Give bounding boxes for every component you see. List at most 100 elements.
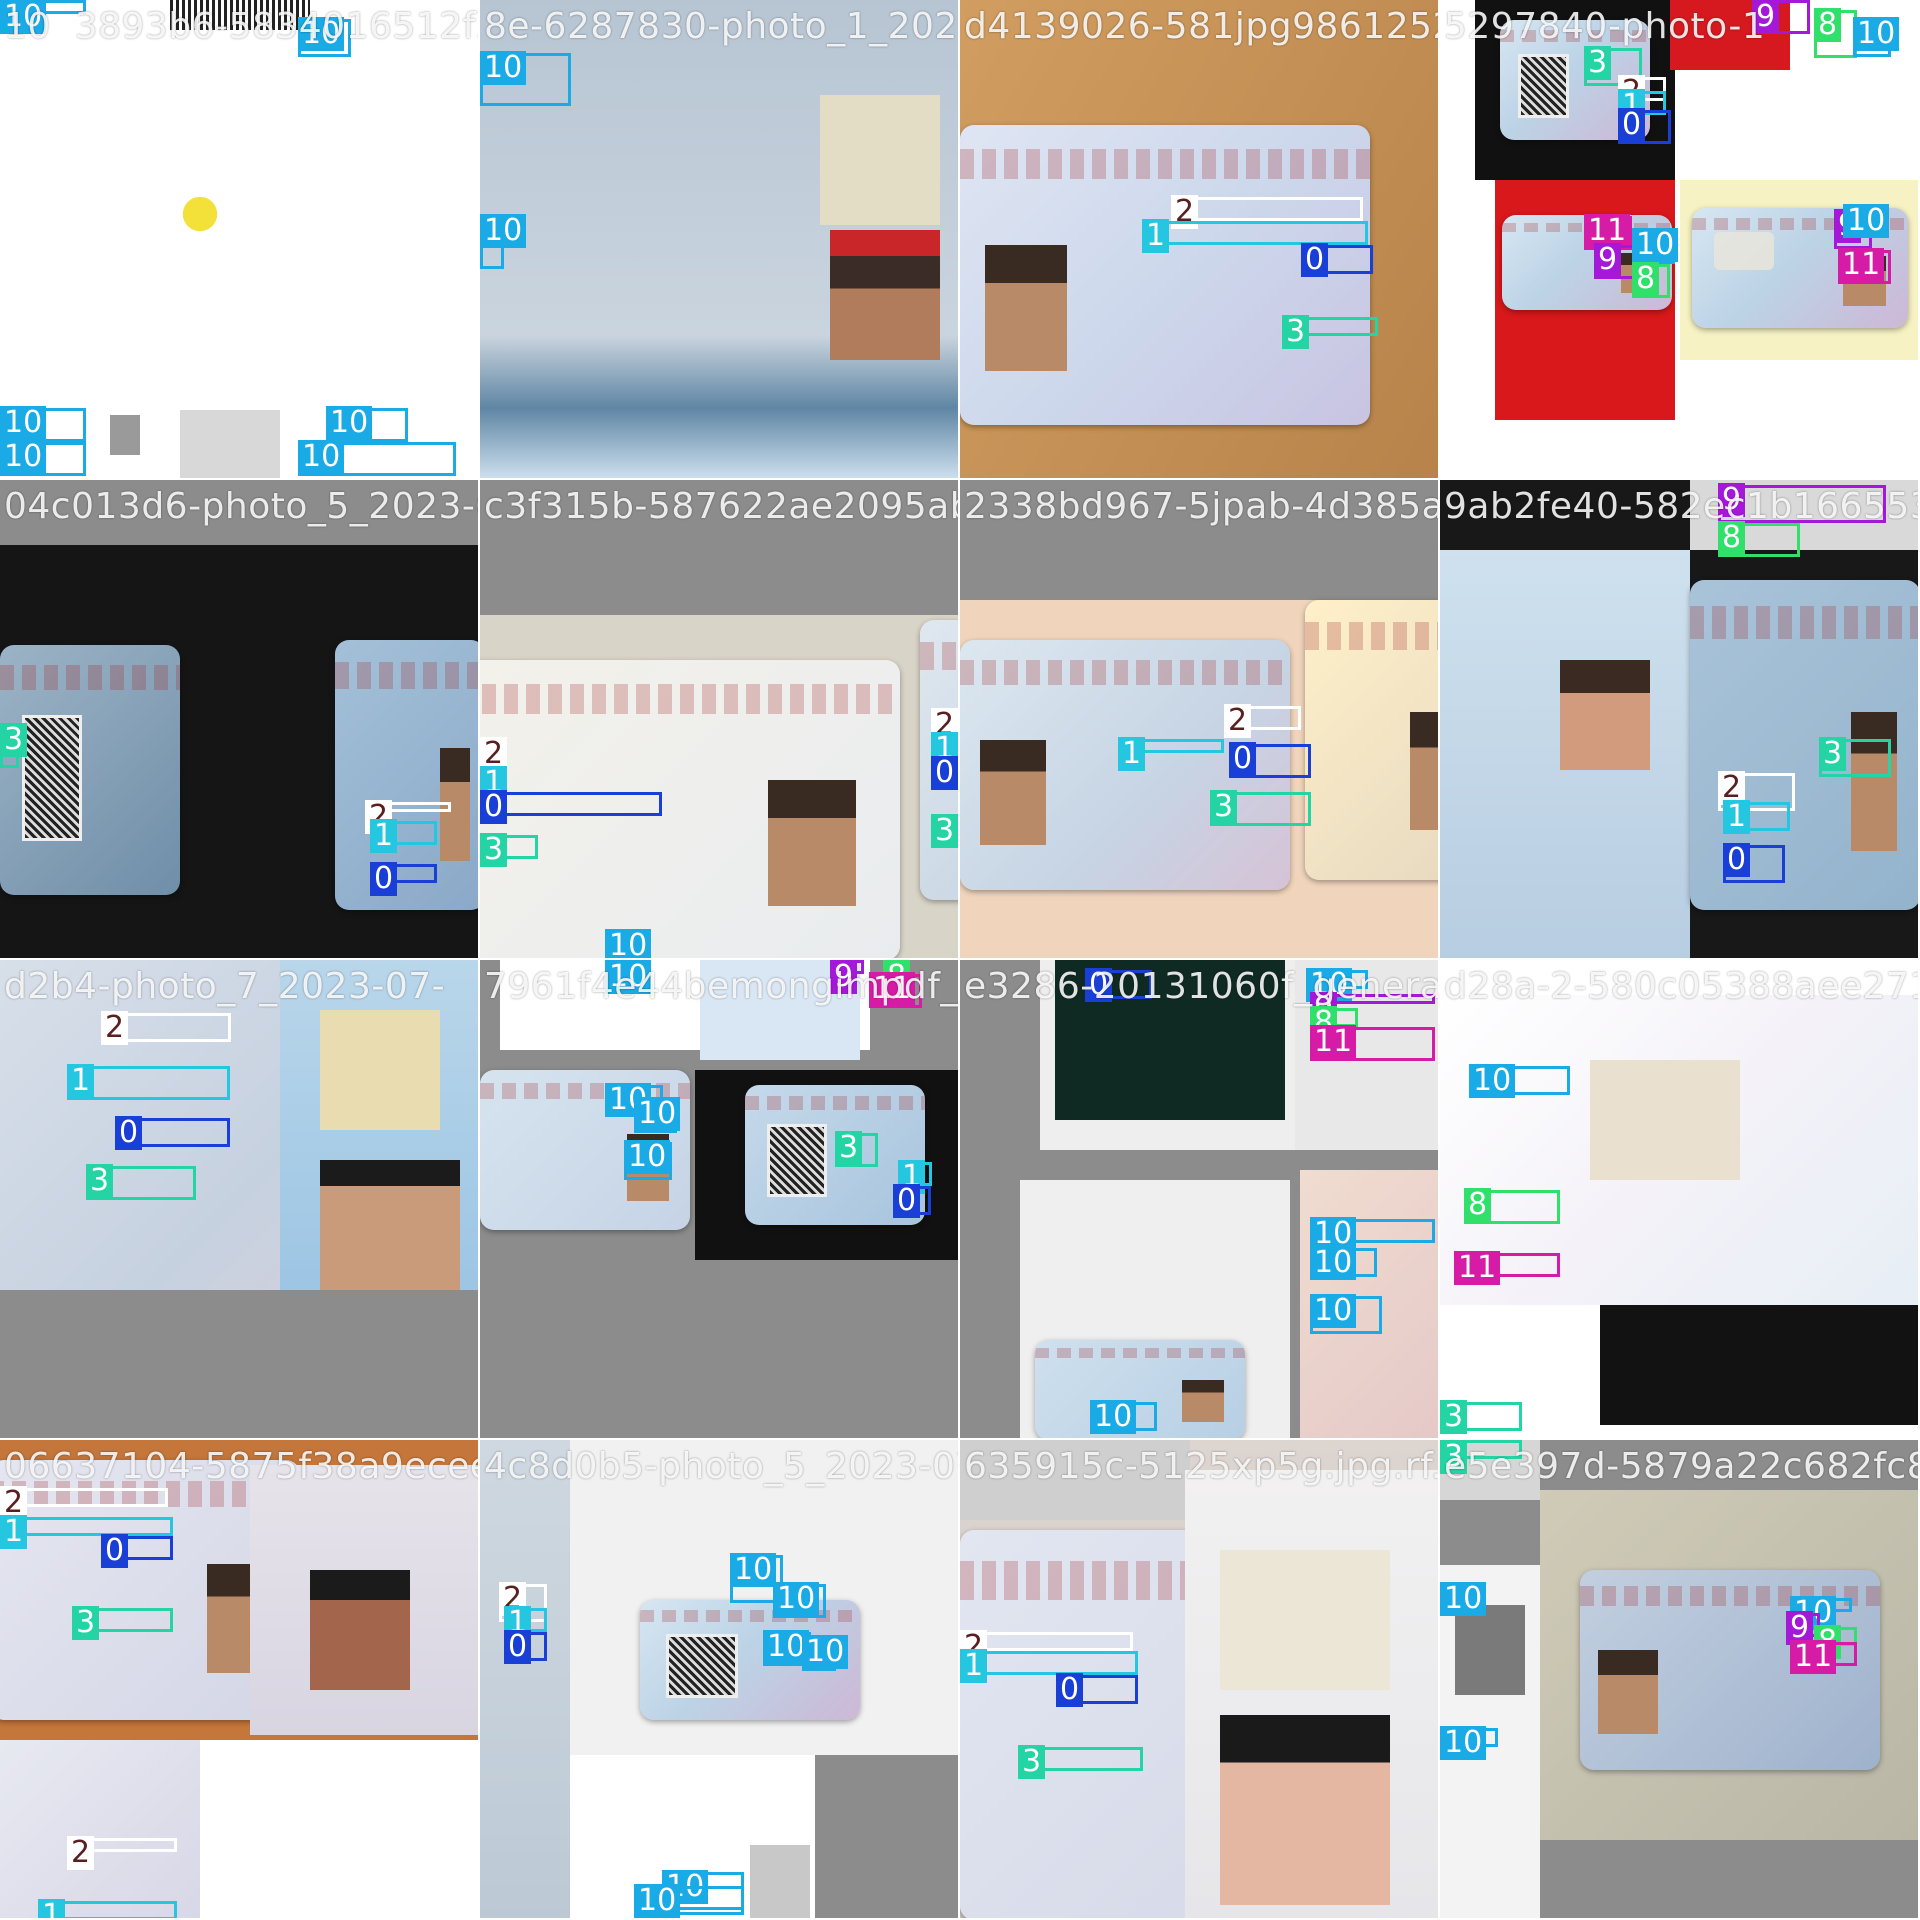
class-label-tag: 10 [624, 1140, 671, 1174]
id-card-photo [1305, 600, 1438, 880]
mosaic-tile: 32109810119108910115297840-photo-1 [1440, 0, 1920, 480]
card-header-band [1035, 1348, 1245, 1358]
card-header-band [960, 660, 1290, 685]
card-header-band [920, 642, 958, 671]
hologram-patch [820, 95, 940, 225]
class-label-tag: 0 [504, 1630, 532, 1664]
mosaic-tile: 21032106637104-5875f38a9ecee3a [0, 1440, 480, 1920]
class-label-tag: 1 [0, 1515, 28, 1549]
hologram-patch [1714, 232, 1774, 270]
class-label-tag: 1 [1142, 219, 1170, 253]
class-label-tag: 10 [1632, 228, 1679, 262]
class-label-tag: 3 [1584, 46, 1612, 80]
class-label-tag: 11 [1790, 1640, 1837, 1674]
qr-code-image [767, 1124, 827, 1197]
mosaic-tile: 2 1 0 3 10 2 1 0 3 c3f315b-587622ae2095ab [480, 480, 960, 960]
class-label-tag: 0 [1723, 843, 1751, 877]
padding [0, 1290, 478, 1438]
card-header-band [745, 1096, 925, 1111]
class-label-tag: 0 [1229, 742, 1257, 776]
class-label-tag: 10 [480, 214, 527, 248]
signature-stamp [170, 184, 230, 244]
class-label-tag: 0 [101, 1534, 129, 1568]
class-label-tag: 3 [1440, 1400, 1468, 1434]
class-label-tag: 8 [1632, 262, 1660, 296]
class-label-tag: 10 [0, 406, 47, 440]
mosaic-tile: 1098111010103107961f4e44bemongimpdf_gene… [480, 960, 960, 1440]
tile-filename-caption: d28a-2-580c05388aee271 [1444, 966, 1920, 1007]
class-label-tag: 10 [730, 1553, 777, 1587]
class-label-tag: 10 [1440, 1726, 1487, 1760]
class-label-tag: 0 [1056, 1673, 1084, 1707]
card-header-band [640, 1609, 860, 1622]
qr-code-image [1518, 54, 1569, 118]
class-label-tag: 8 [1814, 8, 1842, 42]
portrait-photo [1598, 1650, 1658, 1734]
tile-filename-caption: 10 3893b6-5834016512f3da8e-6287830-photo… [4, 6, 478, 47]
tile-filename-caption: e3286-20131060f_generated [964, 966, 1438, 1007]
class-label-tag: 3 [1819, 737, 1847, 771]
class-label-tag: 3 [72, 1606, 100, 1640]
portrait-photo [1410, 712, 1438, 830]
tile-filename-caption: c3f315b-587622ae2095ab [484, 486, 960, 527]
class-label-tag: 3 [1282, 315, 1310, 349]
class-label-tag: 11 [1310, 1025, 1357, 1059]
class-label-tag: 1 [67, 1064, 95, 1098]
class-label-tag: 1 [38, 1899, 66, 1918]
mosaic-grid: 10101010101010 3893b6-5834016512f3da8e-6… [0, 0, 1920, 1920]
class-label-tag: 0 [1618, 108, 1646, 142]
portrait-photo [1851, 712, 1897, 851]
portrait-photo [310, 1570, 410, 1690]
portrait-photo [985, 245, 1067, 371]
class-label-tag: 10 [0, 440, 47, 474]
class-label-tag: 0 [115, 1116, 143, 1150]
portrait-photo [768, 780, 856, 906]
card-header-band [960, 149, 1370, 179]
class-label-tag: 10 [634, 1097, 681, 1131]
class-label-tag: 0 [480, 790, 508, 824]
card-fragment [480, 1440, 570, 1918]
mosaic-tile: 2 1 0 3 2338bd967-5jpab-4d385af01941f8480-58… [960, 480, 1440, 960]
mosaic-tile: 010981110101010e3286-20131060f_generated [960, 960, 1440, 1440]
tile-filename-caption: 635915c-5125xp5g.jpg.rf.f2ba [964, 1446, 1440, 1487]
class-label-tag: 3 [86, 1164, 114, 1198]
tile-filename-caption: 5297840-photo-1 [1444, 6, 1766, 47]
emblem [110, 415, 140, 455]
card-header-band [1305, 622, 1438, 651]
class-label-tag: 10 [773, 1582, 820, 1616]
class-label-tag: 0 [370, 862, 398, 896]
portrait-photo [1560, 660, 1650, 770]
passport-photo [180, 410, 280, 478]
tile-filename-caption: 4c8d0b5-photo_5_2023-07- [484, 1446, 960, 1487]
class-label-tag: 10 [1440, 1582, 1487, 1616]
detection-box [1142, 221, 1368, 245]
passport-photo [1455, 1605, 1525, 1695]
class-label-tag: 9 [1594, 243, 1622, 277]
class-label-tag: 3 [835, 1131, 863, 1165]
mosaic-tile: 10 10 8e-6287830-photo_1_2023-07- [480, 0, 960, 480]
card-fragment [0, 1740, 200, 1918]
portrait-photo [1182, 1380, 1224, 1422]
card-header-band [0, 665, 180, 690]
card-header-band [960, 1561, 1210, 1601]
tile-filename-caption: d2b4-photo_7_2023-07- [4, 966, 446, 1007]
class-label-tag: 1 [370, 819, 398, 853]
class-label-tag: 10 [634, 1884, 681, 1918]
mosaic-tile: 2 1 0 3 d2b4-photo_7_2023-07- [0, 960, 480, 1440]
card-header-band [1690, 606, 1918, 640]
class-label-tag: 2 [1224, 704, 1252, 738]
class-label-tag: 11 [1838, 248, 1885, 282]
class-label-tag: 10 [1090, 1400, 1137, 1434]
class-label-tag: 2 [67, 1836, 95, 1870]
mosaic-tile: 10 8 11 3 d28a-2-580c05388aee271 [1440, 960, 1920, 1440]
class-label-tag: 0 [1301, 243, 1329, 277]
mosaic-tile: 10310981110e5e397d-5879a22c682fc845 [1440, 1440, 1920, 1920]
class-label-tag: 10 [1310, 1246, 1357, 1280]
class-label-tag: 0 [893, 1184, 921, 1218]
class-label-tag: 8 [1464, 1188, 1492, 1222]
class-label-tag: 11 [1454, 1251, 1501, 1285]
hologram-patch [1220, 1550, 1390, 1690]
portrait-photo [830, 230, 940, 360]
qr-code-image [22, 715, 82, 841]
portrait-photo [980, 740, 1046, 845]
